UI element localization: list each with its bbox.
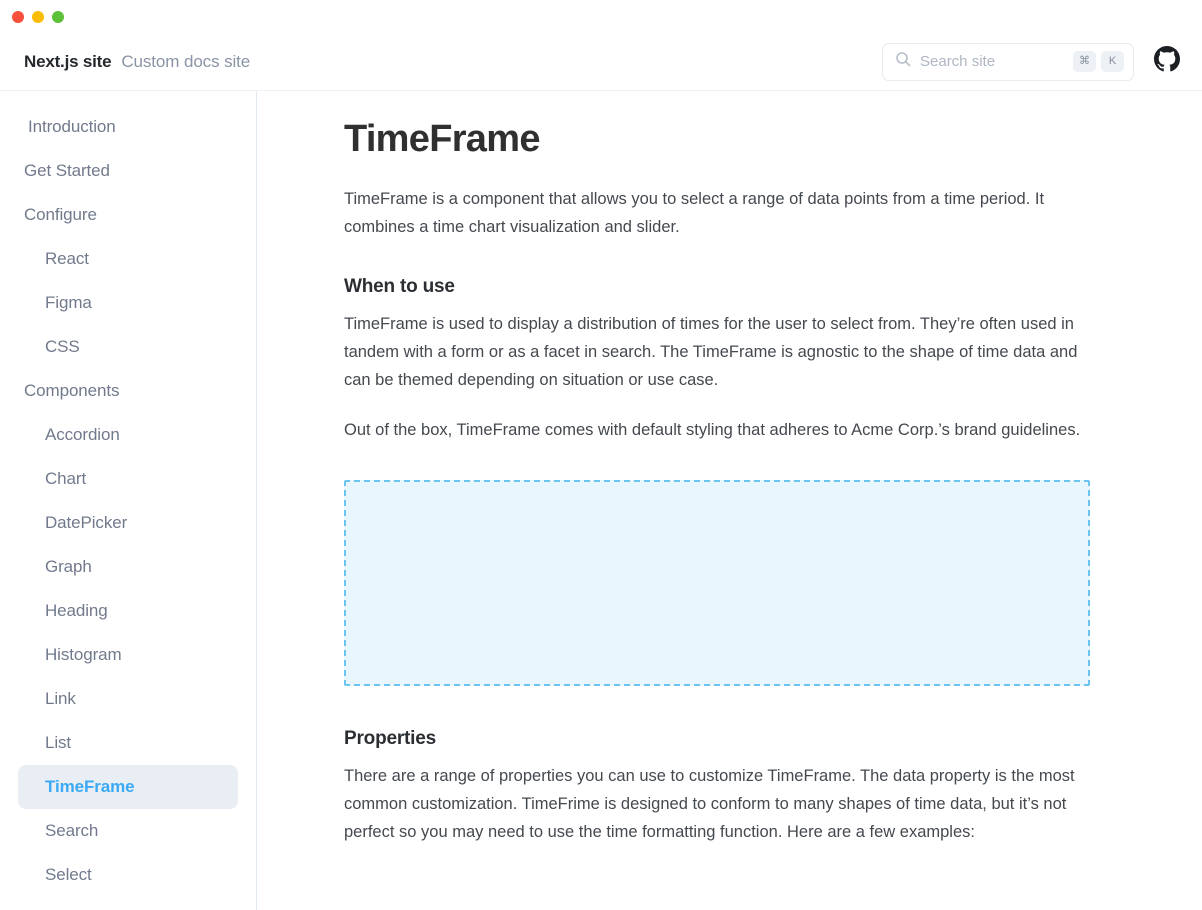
github-link[interactable] [1154,46,1180,77]
sidebar-item-graph[interactable]: Graph [18,545,238,589]
search-box[interactable]: ⌘ K [882,42,1134,81]
sidebar-item-label: Search [45,821,99,840]
sidebar-item-label: Link [45,689,76,708]
sidebar-item-label: Histogram [45,645,122,664]
sidebar-item-label: Components [24,381,120,400]
sidebar-item-figma[interactable]: Figma [18,281,238,325]
browser-window: Next.js site Custom docs site ⌘ K [0,0,1202,910]
intro-paragraph: TimeFrame is a component that allows you… [344,189,1045,236]
sidebar-item-heading[interactable]: Heading [18,589,238,633]
main-content: TimeFrame TimeFrame is a component that … [258,91,1202,910]
sidebar-item-label: TimeFrame [45,777,135,796]
sidebar-nav: Introduction Get Started Configure React Fig… [0,91,257,910]
when-to-use-paragraph-2: Out of the box, TimeFrame comes with def… [344,420,1081,439]
when-to-use-paragraph-1: TimeFrame is used to display a distribut… [344,314,1078,389]
close-window-button[interactable] [12,10,24,23]
sidebar-item-label: List [45,733,72,752]
search-icon [895,51,911,72]
sidebar-item-select[interactable]: Select [18,853,238,897]
sidebar-item-css[interactable]: CSS [18,325,238,369]
kbd-k: K [1101,51,1124,72]
sidebar-item-link[interactable]: Link [18,677,238,721]
sidebar-item-components[interactable]: Components [18,369,238,413]
sidebar-item-accordion[interactable]: Accordion [18,413,238,457]
sidebar-item-introduction[interactable]: Introduction [18,105,238,149]
minimize-window-button[interactable] [32,10,44,23]
traffic-lights [12,10,64,23]
page-title: TimeFrame [344,118,540,160]
sidebar-item-configure[interactable]: Configure [18,193,238,237]
sidebar-item-label: Get Started [24,161,110,180]
kbd-command: ⌘ [1073,51,1096,72]
sidebar-item-get-started[interactable]: Get Started [18,149,238,193]
sidebar-item-chart[interactable]: Chart [18,457,238,501]
brand-subtitle: Custom docs site [121,51,251,71]
search-input[interactable] [920,53,1064,70]
sidebar-item-list[interactable]: List [18,721,238,765]
sidebar-item-search[interactable]: Search [18,809,238,853]
sidebar-item-react[interactable]: React [18,237,238,281]
sidebar-item-label: Figma [45,293,92,312]
sidebar-item-label: Configure [24,205,97,224]
properties-paragraph-1: There are a range of properties you can … [344,766,1075,841]
sidebar-item-datepicker[interactable]: DatePicker [18,501,238,545]
sidebar-item-label: Select [45,865,92,884]
github-icon [1154,46,1180,77]
sidebar-item-label: Graph [45,557,92,576]
sidebar-item-label: Heading [45,601,108,620]
section-heading-properties: Properties [344,727,436,749]
sidebar-item-label: React [45,249,89,268]
window-titlebar [0,0,1202,33]
sidebar-item-label: DatePicker [45,513,128,532]
search-shortcut: ⌘ K [1073,51,1124,72]
maximize-window-button[interactable] [52,10,64,23]
sidebar-item-label: Accordion [45,425,120,444]
component-preview-placeholder [344,479,1090,686]
header-actions: ⌘ K [882,42,1180,81]
brand[interactable]: Next.js site Custom docs site [24,52,250,72]
site-header: Next.js site Custom docs site ⌘ K [0,33,1202,91]
section-heading-when-to-use: When to use [344,275,455,297]
sidebar-item-label: CSS [45,337,80,356]
sidebar-item-label: Introduction [28,117,116,136]
sidebar-item-histogram[interactable]: Histogram [18,633,238,677]
sidebar-item-timeframe[interactable]: TimeFrame [18,765,238,809]
sidebar-item-label: Chart [45,469,87,488]
brand-name: Next.js site [24,51,112,71]
